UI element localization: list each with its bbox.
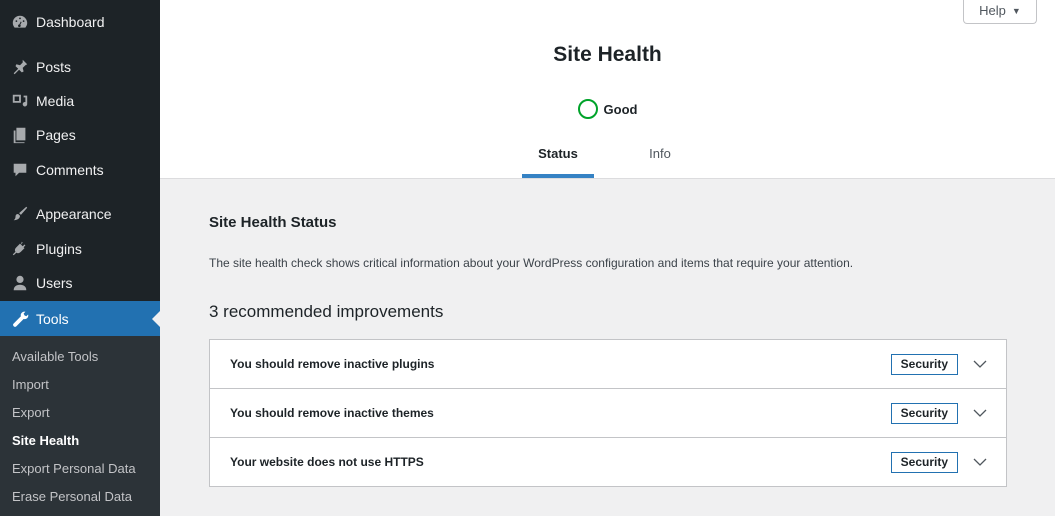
caret-down-icon: ▼	[1011, 5, 1021, 16]
submenu-item-export[interactable]: Export	[12, 404, 50, 422]
chevron-down-icon[interactable]	[972, 356, 988, 372]
issues-list: You should remove inactive plugins Secur…	[209, 339, 1007, 487]
sidebar-item-label: Pages	[36, 127, 76, 143]
submenu-item-site-health[interactable]: Site Health	[12, 432, 79, 450]
tab-info[interactable]: Info	[630, 138, 690, 178]
issue-title: You should remove inactive plugins	[230, 357, 435, 371]
tools-submenu: Available Tools Import Export Site Healt…	[0, 336, 160, 516]
submenu-item-export-personal-data[interactable]: Export Personal Data	[12, 460, 136, 478]
help-label: Help	[979, 3, 1006, 18]
section-title: Site Health Status	[209, 214, 337, 231]
issue-title: Your website does not use HTTPS	[230, 455, 424, 469]
health-status-text: Good	[603, 101, 638, 117]
page-title: Site Health	[553, 43, 662, 66]
sidebar-item-pages[interactable]: Pages	[0, 118, 160, 152]
pages-icon	[10, 125, 30, 145]
sidebar-item-label: Plugins	[36, 241, 82, 257]
help-button[interactable]: Help ▼	[963, 0, 1037, 24]
admin-sidebar: Dashboard Posts Media Pages Comments App…	[0, 0, 160, 516]
security-badge: Security	[890, 402, 958, 424]
submenu-item-available-tools[interactable]: Available Tools	[12, 348, 98, 366]
media-icon	[10, 91, 30, 111]
sidebar-item-dashboard[interactable]: Dashboard	[0, 5, 160, 39]
improvements-heading: 3 recommended improvements	[209, 302, 444, 321]
user-icon	[10, 273, 30, 293]
sidebar-item-label: Posts	[36, 59, 72, 75]
issue-row[interactable]: You should remove inactive plugins Secur…	[210, 340, 1006, 388]
tab-status[interactable]: Status	[522, 138, 594, 178]
sidebar-item-plugins[interactable]: Plugins	[0, 232, 160, 266]
sidebar-item-label: Users	[36, 275, 73, 291]
status-ring-icon	[577, 99, 598, 119]
wrench-icon	[10, 309, 30, 329]
site-health-header: Help ▼ Site Health Good Status Info	[160, 0, 1055, 179]
issue-title: You should remove inactive themes	[230, 406, 434, 420]
dashboard-icon	[10, 12, 30, 32]
sidebar-item-label: Appearance	[36, 206, 112, 222]
chevron-down-icon[interactable]	[972, 454, 988, 470]
plug-icon	[10, 239, 30, 259]
sidebar-item-comments[interactable]: Comments	[0, 153, 160, 187]
security-badge: Security	[890, 451, 958, 473]
sidebar-item-users[interactable]: Users	[0, 266, 160, 300]
sidebar-item-tools[interactable]: Tools	[0, 301, 160, 336]
issue-row[interactable]: Your website does not use HTTPS Security	[210, 437, 1006, 486]
sidebar-item-media[interactable]: Media	[0, 84, 160, 118]
submenu-item-erase-personal-data[interactable]: Erase Personal Data	[12, 488, 132, 506]
sidebar-item-label: Media	[36, 93, 75, 109]
submenu-item-import[interactable]: Import	[12, 376, 49, 394]
comment-icon	[10, 160, 30, 180]
pin-icon	[10, 57, 30, 77]
sidebar-item-label: Comments	[36, 162, 104, 178]
issue-row[interactable]: You should remove inactive themes Securi…	[210, 388, 1006, 437]
chevron-down-icon[interactable]	[972, 405, 988, 421]
brush-icon	[10, 204, 30, 224]
security-badge: Security	[890, 353, 958, 375]
sidebar-item-posts[interactable]: Posts	[0, 50, 160, 84]
sidebar-item-label: Dashboard	[36, 14, 105, 30]
sidebar-item-label: Tools	[36, 310, 69, 327]
health-status-indicator: Good	[160, 99, 1055, 119]
section-description: The site health check shows critical inf…	[209, 256, 854, 270]
sidebar-item-appearance[interactable]: Appearance	[0, 197, 160, 231]
